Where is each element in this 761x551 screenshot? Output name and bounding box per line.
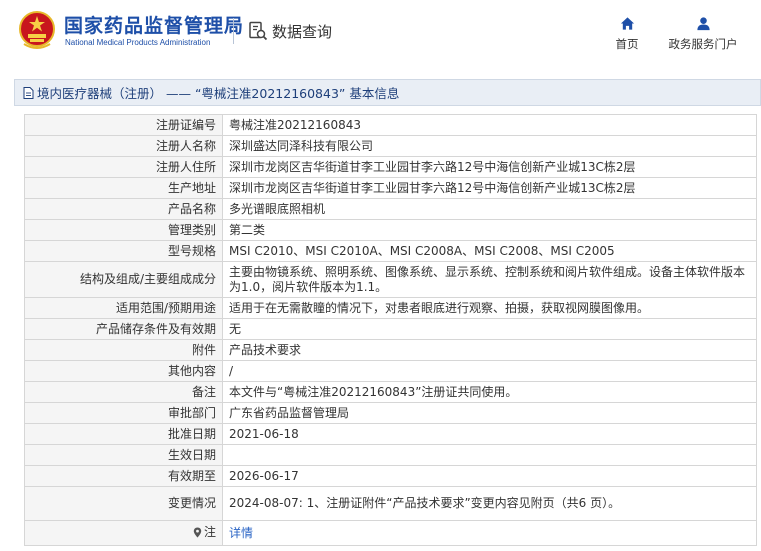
table-row: 注册人住所 深圳市龙岗区吉华街道甘李工业园甘李六路12号中海信创新产业城13C栋…	[24, 156, 757, 178]
table-row: 产品储存条件及有效期 无	[24, 318, 757, 340]
row-label: 注册人名称	[24, 135, 223, 157]
row-label: 适用范围/预期用途	[24, 297, 223, 319]
details-link[interactable]: 详情	[229, 526, 253, 540]
table-row: 生效日期	[24, 444, 757, 466]
data-query-label: 数据查询	[272, 22, 333, 41]
nav-gov-services-label: 政务服务门户	[668, 37, 738, 51]
row-label: 生效日期	[24, 444, 223, 466]
row-label: 管理类别	[24, 219, 223, 241]
data-query-link[interactable]: 数据查询	[248, 20, 332, 42]
section-title-bar: 境内医疗器械（注册） —— “粤械注准20212160843” 基本信息	[14, 79, 761, 106]
row-value: 产品技术要求	[222, 339, 757, 361]
row-label: 变更情况	[24, 486, 223, 521]
row-value: 2021-06-18	[222, 423, 757, 445]
search-document-icon	[249, 21, 268, 41]
row-value: 本文件与“粤械注准20212160843”注册证共同使用。	[222, 381, 757, 403]
document-icon	[23, 86, 34, 99]
table-row: 附件 产品技术要求	[24, 339, 757, 361]
table-row: 其他内容 /	[24, 360, 757, 382]
row-label: 结构及组成/主要组成成分	[24, 261, 223, 298]
site-subtitle: National Medical Products Administration	[65, 38, 211, 47]
row-label: 产品名称	[24, 198, 223, 220]
national-emblem-icon[interactable]	[18, 10, 56, 50]
row-value: 深圳市龙岗区吉华街道甘李工业园甘李六路12号中海信创新产业城13C栋2层	[222, 156, 757, 178]
table-row: 管理类别 第二类	[24, 219, 757, 241]
row-value: /	[222, 360, 757, 382]
row-label: 审批部门	[24, 402, 223, 424]
table-row: 变更情况 2024-08-07: 1、注册证附件“产品技术要求”变更内容见附页（…	[24, 486, 757, 521]
row-value: 无	[222, 318, 757, 340]
row-label: 附件	[24, 339, 223, 361]
row-label: 批准日期	[24, 423, 223, 445]
nav-gov-services[interactable]: 政务服务门户	[667, 16, 739, 52]
row-label: 备注	[24, 381, 223, 403]
location-pin-icon	[193, 527, 202, 537]
home-icon	[620, 17, 634, 30]
row-value: 主要由物镜系统、照明系统、图像系统、显示系统、控制系统和阅片软件组成。设备主体软…	[222, 261, 757, 298]
table-row: 注册证编号 粤械注准20212160843	[24, 114, 757, 136]
site-title: 国家药品监督管理局	[64, 15, 245, 37]
row-label: 其他内容	[24, 360, 223, 382]
row-value: 适用于在无需散瞳的情况下，对患者眼底进行观察、拍摄，获取视网膜图像用。	[222, 297, 757, 319]
detail-table: 注册证编号 粤械注准20212160843 注册人名称 深圳盛达同泽科技有限公司…	[24, 114, 757, 546]
table-row: 备注 本文件与“粤械注准20212160843”注册证共同使用。	[24, 381, 757, 403]
note-label-cell: 注	[24, 520, 223, 546]
row-label: 生产地址	[24, 177, 223, 199]
nav-home[interactable]: 首页	[592, 16, 662, 52]
table-row: 注册人名称 深圳盛达同泽科技有限公司	[24, 135, 757, 157]
nav-home-label: 首页	[615, 37, 639, 51]
row-value: 粤械注准20212160843	[222, 114, 757, 136]
row-label: 产品储存条件及有效期	[24, 318, 223, 340]
row-label: 注册人住所	[24, 156, 223, 178]
table-row: 有效期至 2026-06-17	[24, 465, 757, 487]
table-row: 生产地址 深圳市龙岗区吉华街道甘李工业园甘李六路12号中海信创新产业城13C栋2…	[24, 177, 757, 199]
row-label: 有效期至	[24, 465, 223, 487]
site-header: 国家药品监督管理局 National Medical Products Admi…	[0, 0, 761, 70]
section-title: 境内医疗器械（注册） —— “粤械注准20212160843” 基本信息	[37, 86, 400, 101]
note-label: 注	[203, 524, 216, 539]
row-value: 多光谱眼底照相机	[222, 198, 757, 220]
row-value: MSI C2010、MSI C2010A、MSI C2008A、MSI C200…	[222, 240, 757, 262]
table-row: 型号规格 MSI C2010、MSI C2010A、MSI C2008A、MSI…	[24, 240, 757, 262]
row-value: 2024-08-07: 1、注册证附件“产品技术要求”变更内容见附页（共6 页）…	[222, 486, 757, 521]
note-value-cell: 详情	[222, 520, 757, 546]
table-row: 产品名称 多光谱眼底照相机	[24, 198, 757, 220]
table-row: 结构及组成/主要组成成分 主要由物镜系统、照明系统、图像系统、显示系统、控制系统…	[24, 261, 757, 298]
table-row: 审批部门 广东省药品监督管理局	[24, 402, 757, 424]
row-value: 深圳市龙岗区吉华街道甘李工业园甘李六路12号中海信创新产业城13C栋2层	[222, 177, 757, 199]
row-value: 第二类	[222, 219, 757, 241]
row-value	[222, 444, 757, 466]
row-value: 2026-06-17	[222, 465, 757, 487]
note-row: 注 详情	[24, 520, 757, 546]
row-value: 深圳盛达同泽科技有限公司	[222, 135, 757, 157]
user-icon	[696, 17, 710, 31]
table-row: 适用范围/预期用途 适用于在无需散瞳的情况下，对患者眼底进行观察、拍摄，获取视网…	[24, 297, 757, 319]
row-label: 型号规格	[24, 240, 223, 262]
row-value: 广东省药品监督管理局	[222, 402, 757, 424]
header-divider	[233, 18, 234, 44]
row-label: 注册证编号	[24, 114, 223, 136]
table-row: 批准日期 2021-06-18	[24, 423, 757, 445]
